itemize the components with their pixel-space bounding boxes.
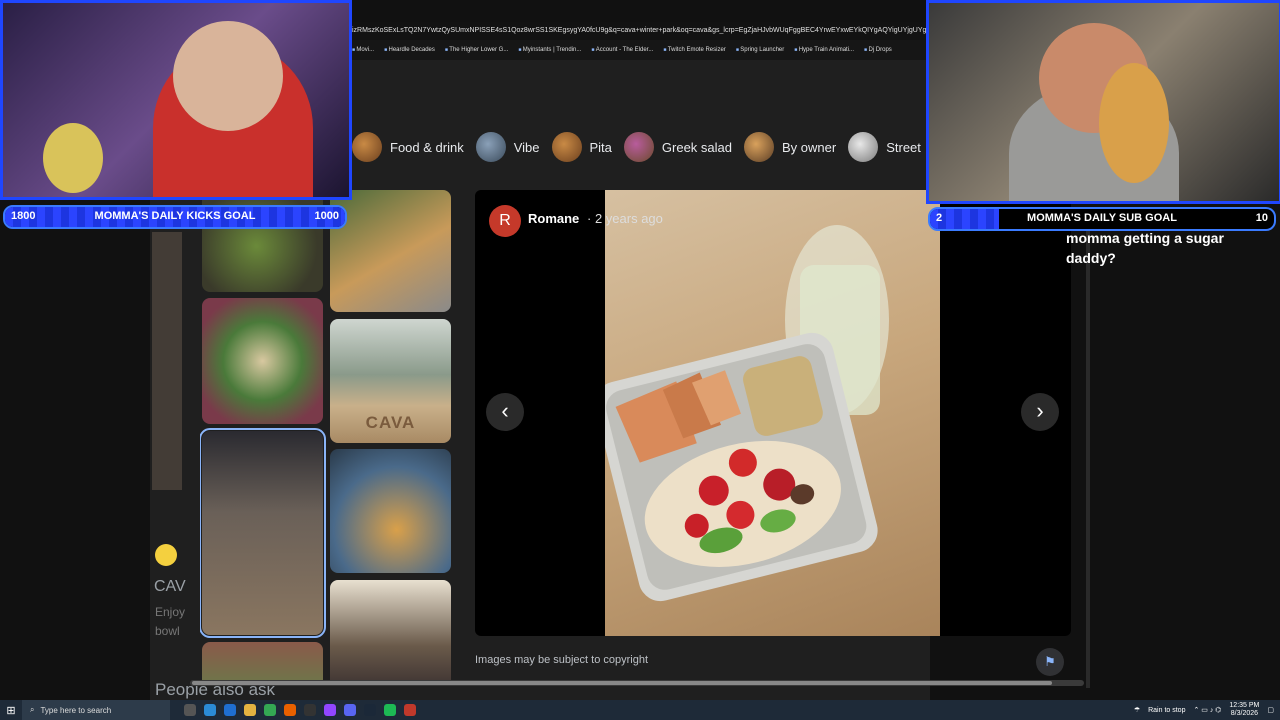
bookmark-item[interactable]: Account - The Elder...	[591, 40, 654, 60]
discord-icon[interactable]	[344, 704, 356, 716]
copyright-notice: Images may be subject to copyright	[475, 654, 649, 666]
chrome-icon[interactable]	[264, 704, 276, 716]
greek-salad-thumb-icon	[623, 132, 654, 162]
thumbnail-bowl-bottom[interactable]	[202, 642, 323, 680]
post-age: · 2 years ago	[587, 211, 663, 226]
notifications-icon[interactable]: ▢	[1267, 706, 1274, 714]
app-icon[interactable]	[404, 704, 416, 716]
chip-label: Greek salad	[661, 139, 732, 155]
chevron-right-icon: ›	[1036, 398, 1044, 423]
chip-label: Pita	[589, 139, 612, 155]
previous-image-button[interactable]: ‹	[486, 393, 524, 431]
weather-icon[interactable]: ☂	[1134, 706, 1140, 714]
thumbnail-cava-bowl[interactable]: CAVA	[330, 319, 451, 443]
weather-text[interactable]: Rain to stop	[1148, 707, 1185, 714]
chip-pita[interactable]: Pita	[551, 132, 612, 162]
author-avatar[interactable]: R	[489, 205, 521, 237]
search-icon: ⌕	[30, 705, 35, 714]
chip-food-drink[interactable]: Food & drink	[352, 132, 464, 162]
webcam-left	[0, 0, 352, 200]
bookmark-item[interactable]: Heardle Decades	[384, 40, 435, 60]
next-image-button[interactable]: ›	[1021, 393, 1059, 431]
chip-vibe[interactable]: Vibe	[475, 132, 540, 162]
result-favicon	[155, 544, 177, 566]
street-thumb-icon	[848, 132, 879, 162]
chip-by-owner[interactable]: By owner	[744, 132, 836, 162]
windows-taskbar: ⊞ ⌕ Type here to search ☂ Rain to stop ⌃…	[0, 700, 1280, 720]
main-food-photo[interactable]	[605, 190, 940, 636]
thumbnail-guac-bowl[interactable]	[330, 449, 451, 573]
taskbar-search[interactable]: ⌕ Type here to search	[22, 700, 170, 720]
bookmark-item[interactable]: The Higher Lower G...	[445, 40, 508, 60]
webcam-right	[926, 0, 1280, 204]
vibe-thumb-icon	[475, 132, 506, 162]
bookmark-item[interactable]: Movi...	[352, 40, 374, 60]
thumbnail-selected-pita-salad[interactable]	[200, 428, 326, 638]
horizontal-scrollbar-thumb[interactable]	[192, 681, 1052, 685]
report-flag-button[interactable]: ⚑	[1036, 648, 1064, 676]
bookmark-item[interactable]: Spring Launcher	[736, 40, 784, 60]
edge-icon[interactable]	[204, 704, 216, 716]
author-name[interactable]: Romane	[528, 211, 579, 226]
kicks-goal-bar: 1800 MOMMA'S DAILY KICKS GOAL 1000	[3, 205, 347, 229]
store-icon[interactable]	[224, 704, 236, 716]
thumbnail-grid: CAVA	[200, 190, 460, 680]
chat-message: momma getting a sugar daddy?	[1066, 230, 1224, 266]
sub-goal-target: 10	[1255, 212, 1268, 224]
steam-icon[interactable]	[364, 704, 376, 716]
taskbar-search-placeholder: Type here to search	[40, 705, 112, 715]
pita-thumb-icon	[551, 132, 582, 162]
owner-thumb-icon	[744, 132, 774, 162]
spotify-icon[interactable]	[384, 704, 396, 716]
flag-icon: ⚑	[1044, 654, 1056, 669]
bookmarks-bar: Movi... Heardle Decades The Higher Lower…	[350, 40, 928, 60]
image-filter-chips: Food & drink Vibe Pita Greek salad By ow…	[352, 128, 921, 166]
kicks-goal-target: 1000	[314, 210, 339, 222]
windows-start-icon[interactable]: ⊞	[0, 704, 22, 717]
thumbnail-pita-tray[interactable]	[330, 190, 451, 312]
chip-greek-salad[interactable]: Greek salad	[623, 132, 732, 162]
background-result-image	[152, 232, 182, 490]
chip-label: By owner	[782, 139, 837, 155]
chip-label: Street	[886, 139, 921, 155]
kicks-goal-label: MOMMA'S DAILY KICKS GOAL	[94, 210, 256, 222]
sub-goal-bar: 2 MOMMA'S DAILY SUB GOAL 10	[928, 207, 1276, 231]
food-thumb-icon	[352, 132, 382, 162]
obs-icon[interactable]	[304, 704, 316, 716]
thumbnail-restaurant-interior[interactable]	[330, 580, 451, 680]
bookmark-item[interactable]: Hype Train Animati...	[794, 40, 854, 60]
result-title[interactable]: CAV	[154, 578, 186, 596]
chip-label: Food & drink	[390, 139, 464, 155]
twitch-icon[interactable]	[324, 704, 336, 716]
task-view-icon[interactable]	[184, 704, 196, 716]
address-bar[interactable]: izRMszKoSExLsTQ2N7YwtzQySUmxNPISSE4sS1Qo…	[350, 22, 928, 40]
chip-label: Vibe	[513, 139, 540, 155]
files-icon[interactable]	[244, 704, 256, 716]
sub-goal-label: MOMMA'S DAILY SUB GOAL	[1027, 212, 1177, 224]
clock[interactable]: 12:35 PM 8/3/2026	[1229, 702, 1259, 718]
firefox-icon[interactable]	[284, 704, 296, 716]
chevron-left-icon: ‹	[501, 398, 509, 423]
chat-scrollbar[interactable]	[1086, 228, 1090, 688]
cava-logo-text: CAVA	[365, 413, 416, 432]
system-tray: ☂ Rain to stop ⌃ ▭ ♪ ⌬ 12:35 PM 8/3/2026 …	[1134, 700, 1274, 720]
result-snippet: Enjoy bowl	[155, 605, 186, 638]
taskbar-apps	[184, 704, 416, 716]
bookmark-item[interactable]: Dj Drops	[864, 40, 891, 60]
bookmark-item[interactable]: Twitch Emote Resizer	[663, 40, 726, 60]
thumbnail-tortilla-salad[interactable]	[202, 298, 323, 424]
chip-street[interactable]: Street	[848, 132, 921, 162]
tray-icons[interactable]: ⌃ ▭ ♪ ⌬	[1193, 706, 1221, 714]
bookmark-item[interactable]: Myinstants | Trendin...	[518, 40, 582, 60]
